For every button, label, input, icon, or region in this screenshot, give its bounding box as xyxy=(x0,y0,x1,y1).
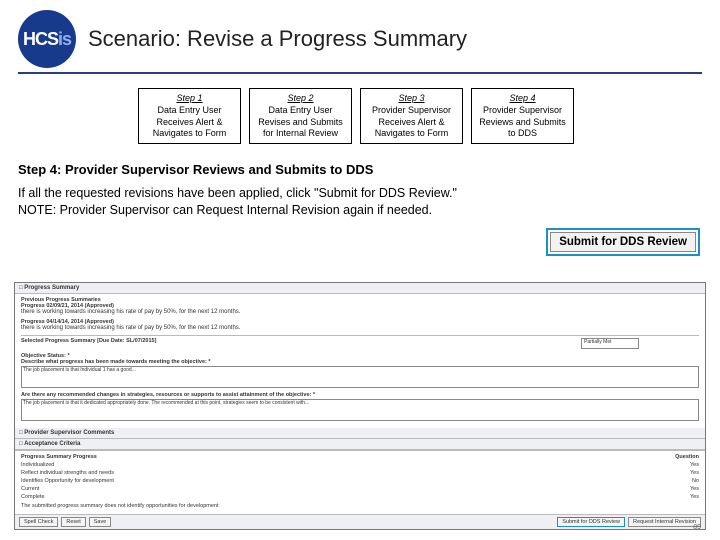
save-button[interactable]: Save xyxy=(89,517,112,527)
status-select[interactable]: Partially Met xyxy=(581,338,639,349)
criteria-row: Identifies Opportunity for developmentNo xyxy=(21,477,699,485)
describe-progress-textarea[interactable]: The job placement is that Individual 1 h… xyxy=(21,366,699,388)
submit-for-dds-button[interactable]: Submit for DDS Review xyxy=(550,232,696,252)
panel-progress-summary: □ Progress Summary xyxy=(15,283,705,294)
step-3-box: Step 3Provider Supervisor Receives Alert… xyxy=(360,88,463,144)
form-screenshot: □ Progress Summary Previous Progress Sum… xyxy=(14,282,706,530)
hcsis-logo: HCSis xyxy=(18,10,76,68)
criteria-row: IndividualizedYes xyxy=(21,461,699,469)
criteria-row: CurrentYes xyxy=(21,485,699,493)
step-flow: Step 1Data Entry User Receives Alert & N… xyxy=(138,88,702,144)
spell-check-button[interactable]: Spell Check xyxy=(19,517,58,527)
reset-button[interactable]: Reset xyxy=(61,517,85,527)
page-title: Scenario: Revise a Progress Summary xyxy=(88,26,467,52)
panel-supervisor-comments: □ Provider Supervisor Comments xyxy=(15,428,705,439)
step-4-box: Step 4Provider Supervisor Reviews and Su… xyxy=(471,88,574,144)
submit-callout: Submit for DDS Review xyxy=(546,228,700,256)
criteria-row: Reflect individual strengths and needsYe… xyxy=(21,469,699,477)
submit-for-dds-button-small[interactable]: Submit for DDS Review xyxy=(557,517,625,527)
page-number: 89 xyxy=(693,524,701,530)
step-2-box: Step 2Data Entry User Revises and Submit… xyxy=(249,88,352,144)
slide-header: HCSis Scenario: Revise a Progress Summar… xyxy=(18,10,702,74)
instruction-text: If all the requested revisions have been… xyxy=(18,185,528,219)
request-internal-revision-button[interactable]: Request Internal Revision xyxy=(628,517,701,527)
criteria-row: CompleteYes xyxy=(21,493,699,501)
section-heading: Step 4: Provider Supervisor Reviews and … xyxy=(18,162,702,177)
panel-acceptance-criteria: □ Acceptance Criteria xyxy=(15,439,705,450)
step-1-box: Step 1Data Entry User Receives Alert & N… xyxy=(138,88,241,144)
recommended-changes-textarea[interactable]: The job placement is that it dedicated a… xyxy=(21,399,699,421)
